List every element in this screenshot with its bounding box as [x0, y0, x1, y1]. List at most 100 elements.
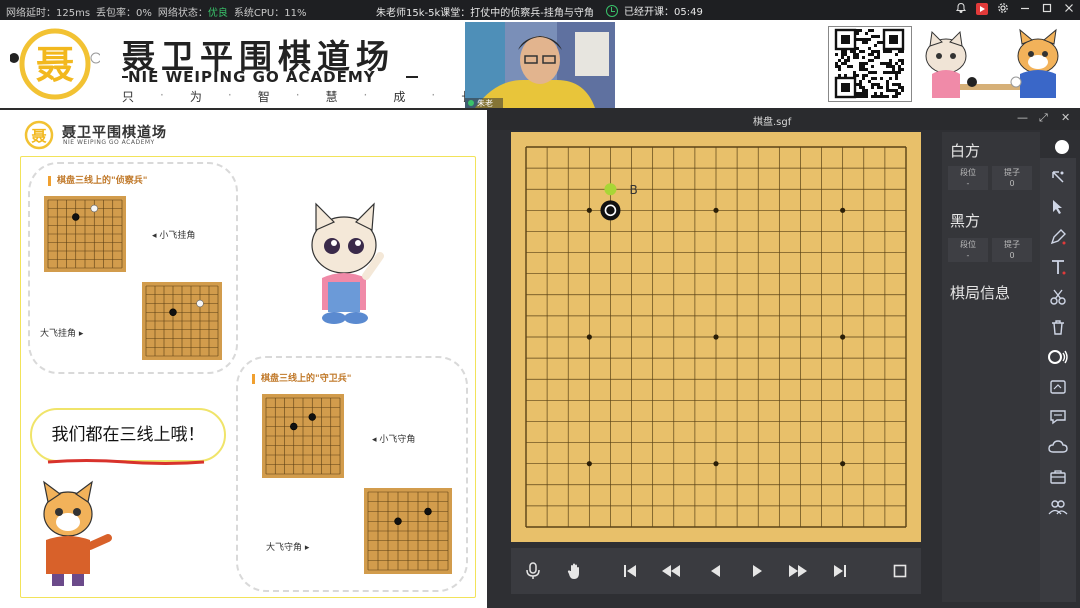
qr-module [874, 83, 877, 86]
fast-forward-icon[interactable] [779, 548, 817, 594]
board-minimize-icon[interactable]: — [1017, 111, 1028, 124]
qr-module [895, 89, 898, 92]
latency-label: 网络延时： [6, 8, 56, 19]
prev-icon[interactable] [697, 548, 735, 594]
playback-controls [511, 548, 921, 594]
qr-module [859, 65, 862, 68]
qr-module [886, 95, 889, 98]
qr-module [886, 80, 889, 83]
sign-icon[interactable] [1043, 374, 1073, 400]
qr-module [889, 65, 892, 68]
qr-module [880, 92, 883, 95]
qr-module [874, 71, 877, 74]
qr-module [871, 35, 874, 38]
record-icon[interactable] [976, 3, 988, 15]
window-controls [954, 2, 1076, 16]
qr-module [853, 53, 856, 56]
comment-icon[interactable] [1043, 404, 1073, 430]
qr-module [868, 80, 871, 83]
hand-icon[interactable] [556, 548, 594, 594]
status-bar: 网络延时：125ms 丢包率：0% 网络状态：优良 系统CPU：11% 朱老师1… [0, 0, 1080, 20]
star-point [586, 461, 592, 467]
last-move-icon[interactable] [821, 548, 859, 594]
qr-module [886, 50, 889, 53]
qr-module [895, 53, 898, 56]
academy-header: 聂 聂卫平围棋道场 NIE WEIPING GO ACADEMY 只 · 为 · 智… [0, 20, 1080, 108]
qr-module [847, 59, 850, 62]
qr-module [856, 74, 859, 77]
mic-icon[interactable] [514, 548, 552, 594]
qr-module [856, 47, 859, 50]
board-window: 棋盘.sgf — ⤢ ✕ B 白方 段位 - 提子 0 黑方 段位 - 提子 0… [487, 108, 1080, 608]
qr-module [838, 65, 841, 68]
qr-module [871, 65, 874, 68]
qr-module [862, 74, 865, 77]
qr-module [862, 41, 865, 44]
qr-module [874, 50, 877, 53]
qr-module [895, 95, 898, 98]
text-icon[interactable] [1043, 254, 1073, 280]
slogan-char: 为 [189, 90, 202, 104]
gear-icon[interactable] [996, 2, 1010, 16]
marker-label: B [629, 183, 637, 197]
game-info-label[interactable]: 棋局信息 [950, 282, 1010, 303]
voice-icon[interactable] [1043, 344, 1073, 370]
fast-back-icon[interactable] [652, 548, 690, 594]
qr-module [898, 71, 901, 74]
close-icon[interactable] [1062, 2, 1076, 16]
qr-module [871, 53, 874, 56]
qr-module [862, 56, 865, 59]
minimize-icon[interactable] [1018, 2, 1032, 16]
qr-module [880, 77, 883, 80]
maximize-icon[interactable] [1040, 2, 1054, 16]
qr-module [856, 92, 859, 95]
stop-icon[interactable] [881, 548, 919, 594]
qr-module [838, 68, 841, 71]
slide-logo-icon: 聂 [22, 120, 56, 150]
label-small-enclosure: ◂ 小飞守角 [372, 435, 416, 445]
qr-module [862, 38, 865, 41]
qr-module [856, 83, 859, 86]
go-board[interactable]: B [511, 132, 921, 542]
video-caption: 朱老 [477, 98, 493, 108]
captures-label: 提子 [1004, 240, 1020, 249]
qr-module [865, 92, 868, 95]
board-close-icon[interactable]: ✕ [1061, 111, 1070, 124]
cloud-icon[interactable] [1043, 434, 1073, 460]
bell-icon[interactable] [954, 2, 968, 16]
qr-module [862, 77, 865, 80]
cat-mascot [304, 200, 384, 332]
white-player-label: 白方 [950, 142, 981, 160]
board-file-title: 棋盘.sgf [753, 117, 792, 128]
qr-module [886, 65, 889, 68]
magic-select-icon[interactable] [1043, 164, 1073, 190]
brand-rule-right [406, 76, 418, 78]
loss-label: 丢包率： [96, 8, 137, 19]
briefcase-icon[interactable] [1043, 464, 1073, 490]
qr-module [892, 68, 895, 71]
trash-icon[interactable] [1043, 314, 1073, 340]
qr-module [844, 50, 847, 53]
next-icon[interactable] [738, 548, 776, 594]
label-large-enclosure: 大飞守角 ▸ [266, 543, 310, 553]
qr-module [880, 41, 883, 44]
qr-module [844, 59, 847, 62]
scissors-icon[interactable] [1043, 284, 1073, 310]
red-underline [46, 450, 206, 465]
pointer-icon[interactable] [1043, 194, 1073, 220]
qr-module [877, 56, 880, 59]
qr-module [859, 83, 862, 86]
lesson-slide: 聂 聂卫平围棋道场 NIE WEIPING GO ACADEMY 棋盘三线上的"… [0, 108, 487, 608]
board-restore-icon[interactable]: ⤢ [1039, 111, 1048, 125]
qr-module [874, 35, 877, 38]
first-move-icon[interactable] [611, 548, 649, 594]
qr-module [856, 53, 859, 56]
qr-module [865, 89, 868, 92]
users-icon[interactable] [1043, 494, 1073, 520]
qr-module [889, 89, 892, 92]
qr-module [877, 53, 880, 56]
qr-module [865, 62, 868, 65]
pen-icon[interactable] [1043, 224, 1073, 250]
qr-module [835, 62, 838, 65]
star-point [586, 334, 592, 340]
